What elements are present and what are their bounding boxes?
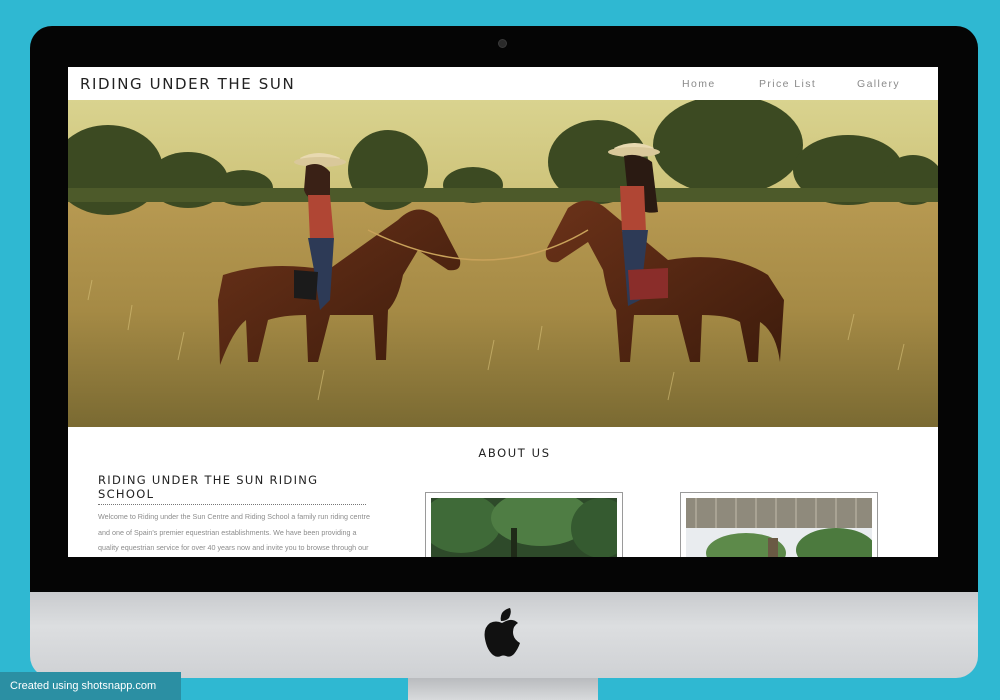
browser-screen: RIDING UNDER THE SUN Home Price List Gal… (68, 67, 938, 557)
heading-divider (98, 504, 366, 505)
about-heading: ABOUT US (478, 446, 551, 460)
about-paragraph: Welcome to Riding under the Sun Centre a… (98, 512, 370, 552)
gallery-card-trees[interactable] (425, 492, 623, 557)
hero-image (68, 100, 938, 427)
site-header: RIDING UNDER THE SUN Home Price List Gal… (68, 67, 938, 100)
hero-photo-icon (68, 100, 938, 427)
trees-photo-icon (431, 498, 617, 557)
site-title[interactable]: RIDING UNDER THE SUN (80, 75, 295, 93)
school-heading: RIDING UNDER THE SUN RIDING SCHOOL (98, 473, 319, 501)
stable-roof-photo-icon (686, 498, 872, 557)
nav-price-list[interactable]: Price List (759, 78, 816, 90)
apple-logo-icon (484, 608, 520, 657)
imac-stand (408, 678, 598, 700)
nav-home[interactable]: Home (682, 78, 716, 90)
nav-gallery[interactable]: Gallery (857, 78, 900, 90)
gallery-card-stable[interactable] (680, 492, 878, 557)
watermark-badge[interactable]: Created using shotsnapp.com (0, 672, 181, 700)
webcam-icon (498, 39, 507, 48)
